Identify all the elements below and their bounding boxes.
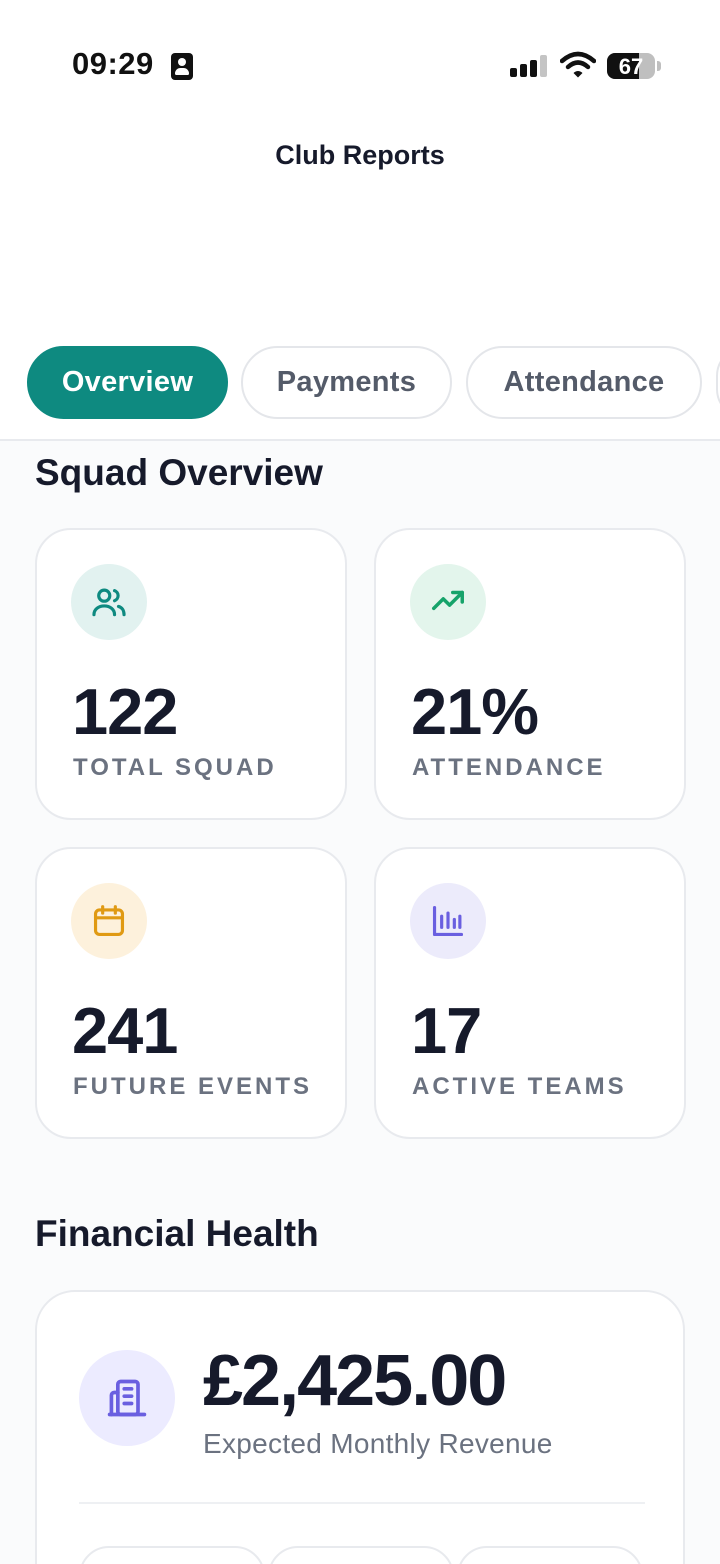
- future-events-card[interactable]: 241 FUTURE EVENTS: [35, 847, 347, 1139]
- revenue-value: £2,425.00: [203, 1341, 507, 1421]
- total-squad-card[interactable]: 122 TOTAL SQUAD: [35, 528, 347, 820]
- finance-stat-card[interactable]: [79, 1546, 265, 1564]
- future-events-label: FUTURE EVENTS: [73, 1073, 313, 1100]
- attendance-label: ATTENDANCE: [412, 754, 606, 781]
- divider: [79, 1502, 645, 1504]
- revenue-label: Expected Monthly Revenue: [203, 1428, 553, 1459]
- tab-overview[interactable]: Overview: [27, 346, 228, 419]
- active-teams-label: ACTIVE TEAMS: [412, 1073, 627, 1100]
- tab-next-partial[interactable]: [716, 346, 720, 419]
- active-teams-value: 17: [411, 994, 482, 1067]
- tab-attendance[interactable]: Attendance: [466, 346, 702, 419]
- status-time: 09:29: [72, 46, 154, 81]
- club-reports-screen: 09:29 67 Club Reports Overview Payments …: [0, 0, 720, 1564]
- wifi-icon: [560, 51, 596, 78]
- squad-overview-heading: Squad Overview: [35, 452, 323, 493]
- bar-chart-icon: [410, 883, 486, 959]
- users-icon: [71, 564, 147, 640]
- calendar-icon: [71, 883, 147, 959]
- total-squad-value: 122: [72, 675, 178, 748]
- person-badge-icon: [171, 53, 193, 80]
- total-squad-label: TOTAL SQUAD: [73, 754, 277, 781]
- battery-level: 67: [618, 54, 644, 79]
- attendance-card[interactable]: 21% ATTENDANCE: [374, 528, 686, 820]
- finance-stat-card[interactable]: [268, 1546, 454, 1564]
- cellular-signal-icon: [510, 55, 550, 77]
- building-icon: [79, 1350, 175, 1446]
- revenue-card[interactable]: £2,425.00 Expected Monthly Revenue: [35, 1290, 685, 1564]
- app-header: Club Reports: [0, 120, 720, 340]
- finance-stat-card[interactable]: [457, 1546, 643, 1564]
- future-events-value: 241: [72, 994, 178, 1067]
- tab-payments[interactable]: Payments: [241, 346, 452, 419]
- report-tabs: Overview Payments Attendance: [0, 340, 720, 441]
- page-title: Club Reports: [275, 140, 445, 170]
- active-teams-card[interactable]: 17 ACTIVE TEAMS: [374, 847, 686, 1139]
- financial-health-heading: Financial Health: [35, 1213, 319, 1254]
- attendance-value: 21%: [411, 675, 539, 748]
- battery-icon: 67: [607, 53, 661, 79]
- trending-up-icon: [410, 564, 486, 640]
- status-bar: 09:29 67: [0, 0, 720, 120]
